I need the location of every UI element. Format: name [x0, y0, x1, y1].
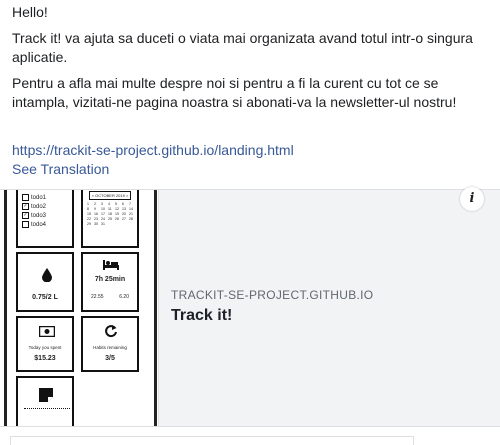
- calendar-day: 23: [94, 217, 98, 221]
- calendar-grid: 1 2 3 4 5 6 7 8 9 10 11 12 13 14 15 16 17 18 19 20 21 22 23 24 2…: [87, 202, 135, 226]
- water-tile: 0.75/2 L: [16, 252, 74, 312]
- calendar-day: 2: [94, 202, 96, 206]
- post-link[interactable]: https://trackit-se-project.github.io/lan…: [12, 142, 294, 158]
- info-icon[interactable]: i: [460, 187, 484, 211]
- calendar-day: 30: [94, 222, 98, 226]
- calendar-day: 9: [94, 207, 96, 211]
- bed-icon: [103, 260, 119, 272]
- calendar-day: 27: [122, 217, 126, 221]
- habits-tile: Habits remaining 3/5: [81, 316, 139, 372]
- calendar-day: 11: [108, 207, 112, 211]
- calendar-day: 26: [115, 217, 119, 221]
- link-preview-thumbnail[interactable]: todo1 ✓ todo2 ✓ todo3 todo4 < OCTOBER 2019…: [0, 190, 159, 426]
- checkbox-icon: [22, 194, 29, 201]
- sleep-value: 7h 25min: [94, 276, 126, 283]
- sleep-start: 22.55: [91, 294, 104, 300]
- calendar-day: 29: [87, 222, 91, 226]
- link-preview-card[interactable]: todo1 ✓ todo2 ✓ todo3 todo4 < OCTOBER 2019…: [0, 187, 500, 427]
- calendar-day: 7: [129, 202, 131, 206]
- spending-tile: Today you spent $15.23: [16, 316, 74, 372]
- link-domain: TRACKIT-SE-PROJECT.GITHUB.IO: [171, 288, 374, 302]
- post-paragraph-1: Track it! va ajuta sa duceti o viata mai…: [12, 30, 473, 65]
- calendar-day: 3: [101, 202, 103, 206]
- spent-value: $15.23: [34, 355, 56, 362]
- todo-item: ✓ todo3: [22, 212, 47, 219]
- calendar-day: 8: [87, 207, 89, 211]
- calendar-day: 31: [101, 222, 105, 226]
- calendar-month: < OCTOBER 2019 >: [89, 191, 131, 200]
- calendar-tile: < OCTOBER 2019 > 1 2 3 4 5 6 7 8 9 10 11 12 13 14 15 16…: [81, 190, 139, 248]
- todo-item: todo1: [22, 194, 46, 201]
- note-lines: [24, 408, 70, 411]
- notes-tile: [16, 376, 74, 426]
- refresh-icon: [104, 324, 118, 340]
- calendar-day: 14: [129, 207, 133, 211]
- calendar-day: 13: [122, 207, 126, 211]
- water-value: 0.75/2 L: [32, 294, 58, 301]
- checkbox-icon: ✓: [22, 212, 29, 219]
- checkbox-icon: [22, 221, 29, 228]
- calendar-day: 18: [108, 212, 112, 216]
- calendar-day: 1: [87, 202, 89, 206]
- habits-label: Habits remaining: [93, 345, 127, 350]
- spent-label: Today you spent: [28, 345, 62, 350]
- todo-item: ✓ todo2: [22, 203, 47, 210]
- calendar-day: 17: [101, 212, 105, 216]
- sleep-end: 6.20: [119, 294, 129, 300]
- banknote-icon: [38, 325, 56, 339]
- calendar-day: 15: [87, 212, 91, 216]
- calendar-day: 16: [94, 212, 98, 216]
- link-title[interactable]: Track it!: [171, 307, 232, 325]
- phone-frame-right: [146, 190, 157, 426]
- calendar-day: 28: [129, 217, 133, 221]
- post-paragraph-2: Pentru a afla mai multe despre noi si pe…: [12, 75, 457, 110]
- water-drop-icon: [42, 268, 52, 284]
- calendar-day: 5: [115, 202, 117, 206]
- calendar-day: 19: [115, 212, 119, 216]
- habits-value: 3/5: [105, 355, 115, 362]
- sleep-tile: 7h 25min 22.55 6.20: [81, 252, 139, 312]
- calendar-day: 10: [101, 207, 105, 211]
- checkbox-icon: ✓: [22, 203, 29, 210]
- post-text: Hello! Track it! va ajuta sa duceti o vi…: [12, 0, 492, 119]
- calendar-day: 6: [122, 202, 124, 206]
- calendar-day: 25: [108, 217, 112, 221]
- todo-item: todo4: [22, 221, 46, 228]
- todo-tile: todo1 ✓ todo2 ✓ todo3 todo4: [16, 190, 74, 248]
- calendar-day: 24: [101, 217, 105, 221]
- note-icon: [39, 388, 53, 404]
- post-greeting: Hello!: [12, 4, 48, 20]
- calendar-day: 22: [87, 217, 91, 221]
- calendar-day: 20: [122, 212, 126, 216]
- calendar-day: 12: [115, 207, 119, 211]
- see-translation-link[interactable]: See Translation: [12, 161, 109, 177]
- phone-frame-left: [4, 190, 13, 426]
- calendar-day: 21: [129, 212, 133, 216]
- calendar-day: 4: [108, 202, 110, 206]
